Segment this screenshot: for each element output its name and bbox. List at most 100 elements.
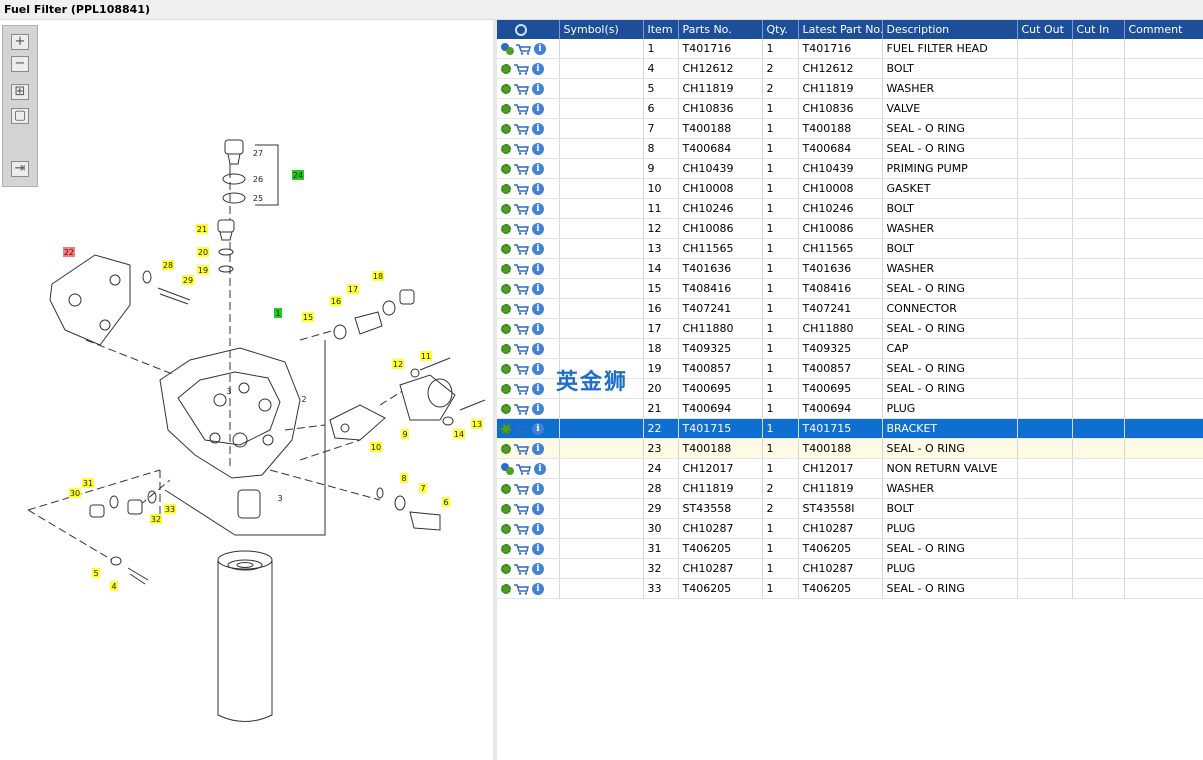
callout-label[interactable]: 16	[330, 296, 342, 306]
cart-icon[interactable]	[514, 543, 529, 555]
table-row[interactable]: i 29 ST43558 2 ST43558I BOLT	[497, 498, 1203, 519]
cart-icon[interactable]	[514, 243, 529, 255]
info-icon[interactable]: i	[532, 123, 544, 135]
column-header[interactable]: Symbol(s)	[559, 20, 644, 39]
cart-icon[interactable]	[514, 443, 529, 455]
info-icon[interactable]: i	[532, 183, 544, 195]
export-button[interactable]: ⇥	[11, 161, 29, 177]
callout-label[interactable]: 5	[92, 568, 100, 578]
callout-label[interactable]: 8	[400, 473, 408, 483]
zoom-out-button[interactable]: −	[11, 56, 29, 72]
part-gear-icon[interactable]	[501, 404, 511, 414]
part-gear-icon[interactable]	[501, 304, 511, 314]
part-gear-icon[interactable]	[501, 204, 511, 214]
info-icon[interactable]: i	[532, 83, 544, 95]
cart-icon[interactable]	[514, 503, 529, 515]
table-row[interactable]: i 21 T400694 1 T400694 PLUG	[497, 398, 1203, 419]
callout-label[interactable]: 20	[197, 247, 209, 257]
callout-label[interactable]: 12	[392, 359, 404, 369]
part-gear-icon[interactable]	[501, 164, 511, 174]
cart-icon[interactable]	[514, 343, 529, 355]
callout-label[interactable]: 4	[110, 581, 118, 591]
column-header[interactable]: Latest Part No.	[798, 20, 883, 39]
part-gear-icon[interactable]	[501, 564, 511, 574]
callout-label[interactable]: 19	[197, 265, 209, 275]
info-icon[interactable]: i	[534, 463, 546, 475]
table-row[interactable]: i 20 T400695 1 T400695 SEAL - O RING	[497, 378, 1203, 399]
cart-icon[interactable]	[514, 363, 529, 375]
info-icon[interactable]: i	[532, 383, 544, 395]
column-header[interactable]: Item	[643, 20, 679, 39]
cart-icon[interactable]	[514, 63, 529, 75]
cart-icon[interactable]	[514, 143, 529, 155]
info-icon[interactable]: i	[532, 303, 544, 315]
callout-label[interactable]: 3	[277, 494, 282, 503]
info-icon[interactable]: i	[532, 323, 544, 335]
part-gear-icon[interactable]	[501, 64, 511, 74]
info-icon[interactable]: i	[532, 523, 544, 535]
callout-label[interactable]: 21	[196, 224, 208, 234]
info-icon[interactable]: i	[532, 563, 544, 575]
cart-icon[interactable]	[514, 303, 529, 315]
part-gear-icon[interactable]	[501, 84, 511, 94]
info-icon[interactable]: i	[532, 243, 544, 255]
part-gear-icon[interactable]	[501, 444, 511, 454]
table-row[interactable]: i 9 CH10439 1 CH10439 PRIMING PUMP	[497, 158, 1203, 179]
part-gear-icon[interactable]	[501, 384, 511, 394]
part-gear-icon[interactable]	[501, 264, 511, 274]
cart-icon[interactable]	[514, 383, 529, 395]
table-row[interactable]: i 33 T406205 1 T406205 SEAL - O RING	[497, 578, 1203, 599]
callout-label[interactable]: 18	[372, 271, 384, 281]
info-icon[interactable]: i	[532, 543, 544, 555]
part-gear-icon[interactable]	[501, 524, 511, 534]
info-icon[interactable]: i	[532, 283, 544, 295]
table-row[interactable]: i 32 CH10287 1 CH10287 PLUG	[497, 558, 1203, 579]
cart-icon[interactable]	[514, 583, 529, 595]
callout-label[interactable]: 2	[301, 395, 306, 404]
column-header[interactable]: Cut In	[1072, 20, 1125, 39]
cart-icon[interactable]	[514, 223, 529, 235]
part-gear-icon[interactable]	[501, 364, 511, 374]
cart-icon[interactable]	[514, 103, 529, 115]
part-gear-icon[interactable]	[501, 284, 511, 294]
table-row[interactable]: i 12 CH10086 1 CH10086 WASHER	[497, 218, 1203, 239]
cart-icon[interactable]	[514, 203, 529, 215]
exploded-parts-diagram[interactable]: 27262524212019222829 18171615111122391013…	[0, 20, 493, 760]
part-gear-icon[interactable]	[501, 344, 511, 354]
part-gear-icon[interactable]	[501, 184, 511, 194]
callout-label[interactable]: 22	[63, 247, 75, 257]
callout-label[interactable]: 17	[347, 284, 359, 294]
table-row[interactable]: i 5 CH11819 2 CH11819 WASHER	[497, 78, 1203, 99]
info-icon[interactable]: i	[532, 403, 544, 415]
callout-label[interactable]: 14	[453, 429, 465, 439]
table-row[interactable]: i 11 CH10246 1 CH10246 BOLT	[497, 198, 1203, 219]
table-row[interactable]: i 14 T401636 1 T401636 WASHER	[497, 258, 1203, 279]
callout-label[interactable]: 7	[419, 483, 427, 493]
callout-label[interactable]: 31	[82, 478, 94, 488]
callout-label[interactable]: 6	[442, 497, 450, 507]
callout-label[interactable]: 15	[302, 312, 314, 322]
assembly-gear-icon[interactable]	[501, 43, 514, 55]
callout-label[interactable]: 32	[150, 514, 162, 524]
part-gear-icon[interactable]	[501, 484, 511, 494]
callout-label[interactable]: 27	[253, 149, 263, 158]
info-icon[interactable]: i	[532, 103, 544, 115]
cart-icon[interactable]	[514, 423, 529, 435]
table-row[interactable]: i 6 CH10836 1 CH10836 VALVE	[497, 98, 1203, 119]
table-row[interactable]: i 31 T406205 1 T406205 SEAL - O RING	[497, 538, 1203, 559]
cart-icon[interactable]	[514, 523, 529, 535]
info-icon[interactable]: i	[532, 583, 544, 595]
callout-label[interactable]: 26	[253, 175, 263, 184]
cart-icon[interactable]	[514, 83, 529, 95]
callout-label[interactable]: 28	[162, 260, 174, 270]
part-gear-icon[interactable]	[501, 324, 511, 334]
table-row[interactable]: i 28 CH11819 2 CH11819 WASHER	[497, 478, 1203, 499]
callout-label[interactable]: 33	[164, 504, 176, 514]
table-row[interactable]: i 15 T408416 1 T408416 SEAL - O RING	[497, 278, 1203, 299]
info-icon[interactable]: i	[532, 223, 544, 235]
table-row[interactable]: i 7 T400188 1 T400188 SEAL - O RING	[497, 118, 1203, 139]
info-icon[interactable]: i	[532, 343, 544, 355]
callout-label[interactable]: 13	[471, 419, 483, 429]
callout-label[interactable]: 11	[420, 351, 432, 361]
cart-icon[interactable]	[516, 463, 531, 475]
